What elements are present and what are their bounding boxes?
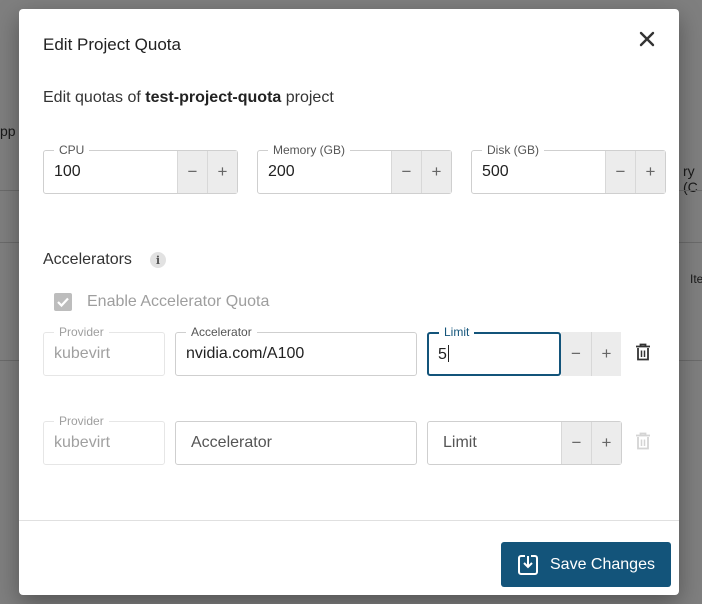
dialog-title: Edit Project Quota bbox=[43, 35, 181, 54]
limit-field[interactable]: Limit 5 bbox=[427, 325, 561, 376]
limit-label: Limit bbox=[439, 325, 475, 339]
close-icon bbox=[639, 31, 655, 47]
limit-decrement-button[interactable]: − bbox=[561, 332, 591, 376]
provider-field: Provider kubevirt bbox=[43, 325, 165, 376]
cpu-label: CPU bbox=[54, 143, 90, 157]
accelerator-label: Accelerator bbox=[186, 325, 257, 339]
accelerator-field[interactable]: Accelerator nvidia.com/A100 bbox=[175, 325, 417, 376]
disk-increment-button[interactable]: + bbox=[635, 151, 665, 193]
delete-row-button[interactable] bbox=[633, 341, 653, 363]
save-changes-button[interactable]: Save Changes bbox=[501, 542, 671, 587]
dialog-subtitle: Edit quotas of test-project-quota projec… bbox=[43, 89, 334, 107]
memory-label: Memory (GB) bbox=[268, 143, 350, 157]
cpu-quota-field[interactable]: CPU 100 − + bbox=[43, 143, 238, 194]
accelerator-input[interactable]: nvidia.com/A100 bbox=[186, 345, 304, 363]
cpu-increment-button[interactable]: + bbox=[207, 151, 237, 193]
provider-label: Provider bbox=[54, 414, 109, 428]
provider-label: Provider bbox=[54, 325, 109, 339]
enable-accelerator-checkbox[interactable] bbox=[54, 293, 72, 311]
trash-icon bbox=[636, 432, 650, 450]
memory-input[interactable]: 200 bbox=[268, 163, 295, 181]
provider-value: kubevirt bbox=[54, 345, 111, 362]
limit-input[interactable]: 5 bbox=[438, 345, 449, 364]
memory-increment-button[interactable]: + bbox=[421, 151, 451, 193]
limit-field[interactable]: Limit − + bbox=[427, 421, 622, 465]
limit-decrement-button[interactable]: − bbox=[561, 422, 591, 464]
provider-value: kubevirt bbox=[54, 434, 111, 451]
disk-quota-field[interactable]: Disk (GB) 500 − + bbox=[471, 143, 666, 194]
limit-placeholder[interactable]: Limit bbox=[443, 434, 477, 452]
disk-input[interactable]: 500 bbox=[482, 163, 509, 181]
disk-label: Disk (GB) bbox=[482, 143, 544, 157]
close-button[interactable] bbox=[635, 27, 659, 51]
enable-accelerator-label: Enable Accelerator Quota bbox=[87, 293, 270, 310]
info-icon[interactable]: i bbox=[150, 252, 166, 268]
memory-quota-field[interactable]: Memory (GB) 200 − + bbox=[257, 143, 452, 194]
accelerator-field[interactable]: Accelerator bbox=[175, 421, 417, 465]
footer-divider bbox=[19, 520, 679, 521]
checkmark-icon bbox=[57, 297, 69, 308]
subtitle-prefix: Edit quotas of bbox=[43, 89, 146, 106]
cpu-decrement-button[interactable]: − bbox=[177, 151, 207, 193]
accelerator-placeholder[interactable]: Accelerator bbox=[191, 434, 272, 452]
provider-field: Provider kubevirt bbox=[43, 414, 165, 465]
disk-decrement-button[interactable]: − bbox=[605, 151, 635, 193]
save-icon bbox=[517, 554, 539, 576]
edit-project-quota-dialog: Edit Project Quota Edit quotas of test-p… bbox=[19, 9, 679, 595]
limit-increment-button[interactable]: + bbox=[591, 422, 621, 464]
limit-increment-button[interactable]: + bbox=[591, 332, 621, 376]
project-name: test-project-quota bbox=[145, 89, 282, 106]
text-caret bbox=[447, 345, 449, 362]
cpu-input[interactable]: 100 bbox=[54, 163, 81, 181]
trash-icon bbox=[636, 343, 650, 361]
delete-row-button[interactable] bbox=[633, 430, 653, 452]
limit-stepper: − + bbox=[561, 332, 622, 376]
accelerators-heading: Accelerators bbox=[43, 251, 132, 268]
save-changes-label: Save Changes bbox=[550, 555, 655, 573]
memory-decrement-button[interactable]: − bbox=[391, 151, 421, 193]
subtitle-suffix: project bbox=[281, 89, 334, 106]
